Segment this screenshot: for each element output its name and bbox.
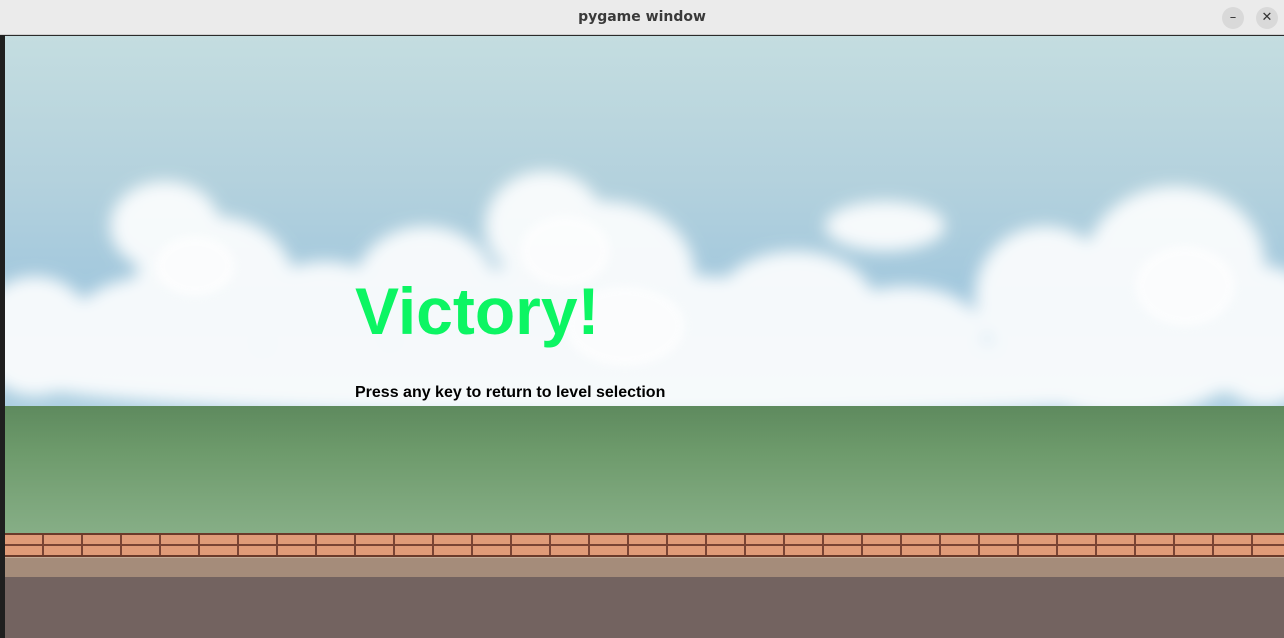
window-title: pygame window xyxy=(578,9,706,25)
window-titlebar[interactable]: pygame window – ✕ xyxy=(0,0,1284,35)
grass-field xyxy=(5,406,1284,533)
minimize-button[interactable]: – xyxy=(1222,7,1244,29)
victory-headline: Victory! xyxy=(355,274,600,348)
sky-clouds xyxy=(5,171,1284,416)
app-window: pygame window – ✕ Victory! Press any key… xyxy=(0,0,1284,638)
minimize-icon: – xyxy=(1229,10,1237,25)
stone-ledge xyxy=(5,557,1284,578)
return-instruction: Press any key to return to level selecti… xyxy=(355,384,666,401)
close-icon: ✕ xyxy=(1261,10,1273,25)
brick-platform xyxy=(5,533,1284,557)
ground-floor xyxy=(5,577,1284,638)
game-canvas[interactable]: Victory! Press any key to return to leve… xyxy=(5,36,1284,638)
close-button[interactable]: ✕ xyxy=(1256,7,1278,29)
